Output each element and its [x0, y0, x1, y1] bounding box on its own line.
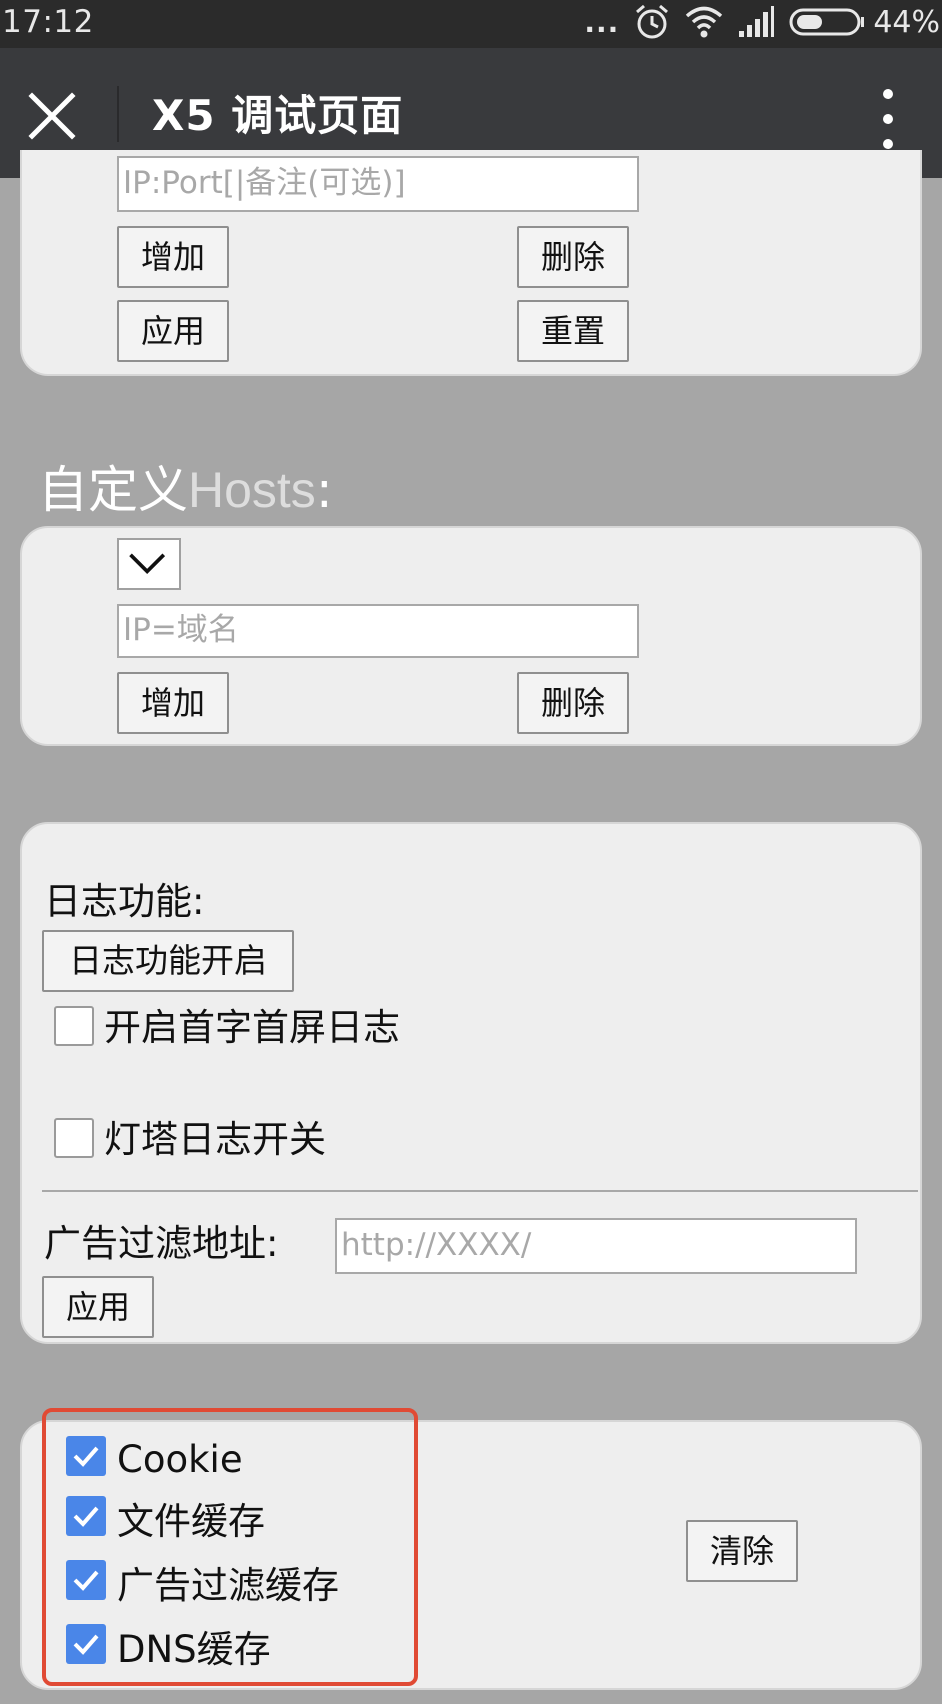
close-icon[interactable]: [22, 86, 82, 146]
wifi-icon: [686, 6, 723, 38]
hosts-delete-button[interactable]: 删除: [517, 672, 629, 734]
hosts-heading-cn: 自定义: [38, 461, 188, 519]
more-vertical-icon[interactable]: [868, 84, 908, 154]
beacon-log-checkbox[interactable]: [54, 1118, 94, 1158]
proxy-address-input[interactable]: IP:Port[|备注(可选)]: [117, 156, 639, 212]
log-divider: [42, 1190, 918, 1192]
hosts-heading-colon: :: [315, 461, 333, 519]
battery-percent: 44%: [873, 4, 940, 40]
proxy-delete-button[interactable]: 删除: [517, 226, 629, 288]
proxy-reset-button[interactable]: 重置: [517, 300, 629, 362]
proxy-add-button[interactable]: 增加: [117, 226, 229, 288]
notification-dots: ...: [584, 5, 620, 39]
ad-filter-input[interactable]: http://XXXX/: [335, 1218, 857, 1274]
log-enable-button[interactable]: 日志功能开启: [42, 930, 294, 992]
battery-icon: [789, 8, 865, 36]
hosts-add-button[interactable]: 增加: [117, 672, 229, 734]
clear-cache-button[interactable]: 清除: [686, 1520, 798, 1582]
signal-icon: [739, 6, 775, 37]
proxy-apply-button[interactable]: 应用: [117, 300, 229, 362]
log-label: 日志功能:: [44, 880, 205, 923]
hosts-heading-en: Hosts: [188, 462, 316, 518]
hosts-input[interactable]: IP=域名: [117, 604, 639, 658]
first-screen-log-checkbox[interactable]: [54, 1006, 94, 1046]
status-bar: 17:12 ... 44%: [0, 0, 942, 48]
status-icons: ... 44%: [584, 0, 942, 44]
status-time: 17:12: [2, 4, 94, 40]
ad-filter-label: 广告过滤地址:: [44, 1222, 279, 1265]
page-title: X5 调试页面: [152, 91, 404, 140]
first-screen-log-label: 开启首字首屏日志: [104, 1006, 400, 1049]
alarm-icon: [636, 4, 669, 39]
highlight-box: [42, 1408, 418, 1686]
beacon-log-label: 灯塔日志开关: [104, 1118, 326, 1161]
hosts-select[interactable]: [117, 538, 181, 590]
ad-filter-apply-button[interactable]: 应用: [42, 1276, 154, 1338]
chevron-down-icon: [129, 553, 166, 574]
title-divider: [117, 86, 119, 142]
hosts-heading: 自定义Hosts:: [38, 458, 333, 522]
